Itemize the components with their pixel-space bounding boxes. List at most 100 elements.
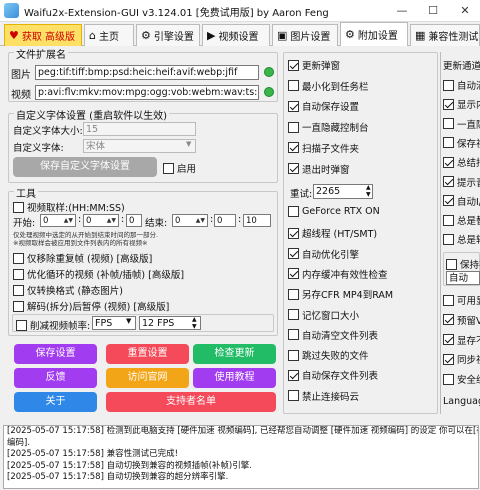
check-update-button[interactable]: 检查更新 [193,344,276,364]
general-more-checkbox-6[interactable]: 自动清空文件列表 [288,328,378,342]
extra-more-checkbox-2[interactable]: 显存不 [443,333,480,347]
extra-checkbox-6[interactable]: 自动I/ [443,194,480,208]
video-icon: ▶ [207,29,216,42]
keep-video-checkbox[interactable]: 保持视 [446,257,480,271]
extra-checkbox-1[interactable]: 显示内 [443,97,480,111]
reset-settings-button[interactable]: 重置设置 [106,344,189,364]
convert-format-checkbox[interactable]: 仅转换格式 (静态图片) [13,283,123,297]
reset-video-ext-icon[interactable] [264,87,274,97]
checkbox-box [443,373,454,385]
general-checkbox-2[interactable]: 自动保存设置 [288,99,359,113]
heart-icon: ♥ [9,29,19,42]
general-more-checkbox-label: 自动保存文件列表 [302,371,379,383]
general-more-checkbox-8[interactable]: 自动保存文件列表 [288,368,378,382]
general-more-checkbox-5[interactable]: 记忆窗口大小 [288,308,359,322]
remove-duplicate-frames-checkbox[interactable]: 仅移除重复帧 (视频) [高级版] [13,251,152,265]
general-more-checkbox-label: 另存CFR MP4到RAM [302,290,394,302]
general-checkbox-label: 一直隐藏控制台 [302,123,369,135]
checkbox-box [288,100,299,112]
general-more-checkbox-1[interactable]: 超线程 (HT/SMT) [288,226,377,240]
auto-select[interactable]: 自动 [446,271,480,285]
video-ext-input[interactable]: p:avi:flv:mkv:mov:mpg:ogg:vob:webm:wav:t… [35,85,259,100]
start-hour[interactable]: 0 ▲▼ [40,214,76,227]
general-more-checkbox-label: 跳过失败的文件 [302,351,369,363]
extra-more-checkbox-0[interactable]: 可用显 [443,293,480,307]
start-minute[interactable]: 0 ▲▼ [83,214,119,227]
general-checkbox-3[interactable]: 一直隐藏控制台 [288,120,369,134]
general-checkbox-0[interactable]: 更新弹窗 [288,58,340,72]
extra-checkbox-0[interactable]: 自动清 [443,78,480,92]
extra-checkbox-8[interactable]: 总是转 [443,232,480,246]
end-minute[interactable]: 0 [214,214,236,227]
extra-checkbox-4[interactable]: 总结报 [443,155,480,169]
extra-checkbox-5[interactable]: 提示音 [443,175,480,189]
tab-additional-settings[interactable]: ⚙ 附加设置 [340,22,408,46]
font-select[interactable]: 宋体 [83,139,196,153]
checkbox-box [288,329,299,341]
minimize-button[interactable]: — [387,0,417,22]
extra-more-checkbox-4[interactable]: 安全组 [443,372,480,386]
checkbox-box [288,59,299,71]
maximize-button[interactable]: ☐ [418,0,448,22]
close-button[interactable]: ✕ [450,0,480,22]
video-clip-checkbox[interactable]: 视频取样:(HH:MM:SS) [13,200,125,214]
supporters-button[interactable]: 支持者名单 [106,392,276,412]
general-more-checkbox-2[interactable]: 自动优化引擎 [288,247,359,261]
image-ext-input[interactable]: peg:tif:tiff:bmp:psd:heic:heif:avif:webp… [35,65,259,80]
reset-image-ext-icon[interactable] [264,67,274,77]
extra-checkbox-label: 显示内 [457,100,480,112]
retry-spinbox[interactable]: 2265 [313,184,373,199]
general-more-checkbox-0[interactable]: GeForce RTX ON [288,206,380,217]
image-ext-label: 图片 [11,70,31,81]
checkbox-box [288,163,299,174]
extra-checkbox-7[interactable]: 总是替 [443,213,480,227]
extra-checkbox-3[interactable]: 保存视 [443,136,480,150]
tab-compatibility-test[interactable]: ▦ 兼容性测试 [410,24,480,46]
reduce-fps-checkbox[interactable]: 削减视频帧率: [16,318,90,332]
extra-more-checkbox-label: 安全组 [457,375,480,387]
log-line: [2025-05-07 15:17:58] 检测到此电脑支持 [硬件加速 视频编… [7,426,478,436]
save-settings-button[interactable]: 保存设置 [14,344,97,364]
general-more-checkbox-3[interactable]: 内存缓冲有效性检查 [288,267,388,281]
general-checkbox-label: 扫描子文件夹 [302,143,360,155]
general-checkbox-4[interactable]: 扫描子文件夹 [288,141,359,155]
extra-more-checkbox-1[interactable]: 预留VR [443,313,480,327]
tab-image-settings[interactable]: ▣ 图片设置 [272,24,338,46]
general-more-checkbox-9[interactable]: 禁止连接码云 [288,389,359,403]
checkbox-box [288,349,299,361]
general-checkbox-1[interactable]: 最小化到任务栏 [288,79,369,93]
website-button[interactable]: 访问官网 [106,368,189,388]
log-output[interactable]: [2025-05-07 15:17:58] 检测到此电脑支持 [硬件加速 视频编… [3,425,479,489]
log-line: [2025-05-07 15:17:58] 自动切换到兼容的超分辨率引擎. [7,472,229,482]
tutorial-button[interactable]: 使用教程 [193,368,276,388]
tab-engine-settings[interactable]: ⚙ 引擎设置 [136,24,200,46]
feedback-button[interactable]: 反馈 [14,368,97,388]
save-font-button[interactable]: 保存自定义字体设置 [13,157,157,177]
general-more-checkbox-label: 内存缓冲有效性检查 [302,269,388,281]
tab-home[interactable]: ⌂ 主页 [84,24,134,46]
language-label: Language [443,396,480,407]
start-second[interactable]: 0 [126,214,142,227]
checkbox-box [288,288,299,300]
general-more-checkbox-7[interactable]: 跳过失败的文件 [288,348,369,362]
pause-after-decode-checkbox[interactable]: 解码(拆分)后暂停 (视频) [高级版] [13,299,169,313]
file-extension-title: 文件扩展名 [14,46,68,61]
end-hour[interactable]: 0 ▲▼ [172,214,208,227]
tab-video-settings[interactable]: ▶ 视频设置 [202,24,270,46]
extra-more-checkbox-3[interactable]: 同步视 [443,352,480,366]
video-ext-label: 视频 [11,90,31,101]
font-size-spinbox[interactable]: 15 [83,122,196,136]
optimize-loop-video-checkbox[interactable]: 优化循环的视频 (补帧/插帧) [高级版] [13,267,184,281]
extra-checkbox-label: 提示音 [457,177,480,189]
about-button[interactable]: 关于 [14,392,97,412]
general-more-checkbox-4[interactable]: 另存CFR MP4到RAM [288,287,393,301]
end-second[interactable]: 10 [243,214,271,227]
retry-label: 重试: [290,189,313,200]
chevron-down-icon: ▼ [126,317,132,325]
general-more-checkbox-label: 自动清空文件列表 [302,330,379,342]
extra-checkbox-2[interactable]: 一直隐 [443,117,480,131]
checkbox-box [288,268,299,280]
enable-font-checkbox[interactable]: 启用 [163,161,196,175]
tab-get-premium[interactable]: ♥ 获取 高级版 [4,24,82,46]
general-checkbox-5[interactable]: 退出时弹窗 [288,162,350,176]
